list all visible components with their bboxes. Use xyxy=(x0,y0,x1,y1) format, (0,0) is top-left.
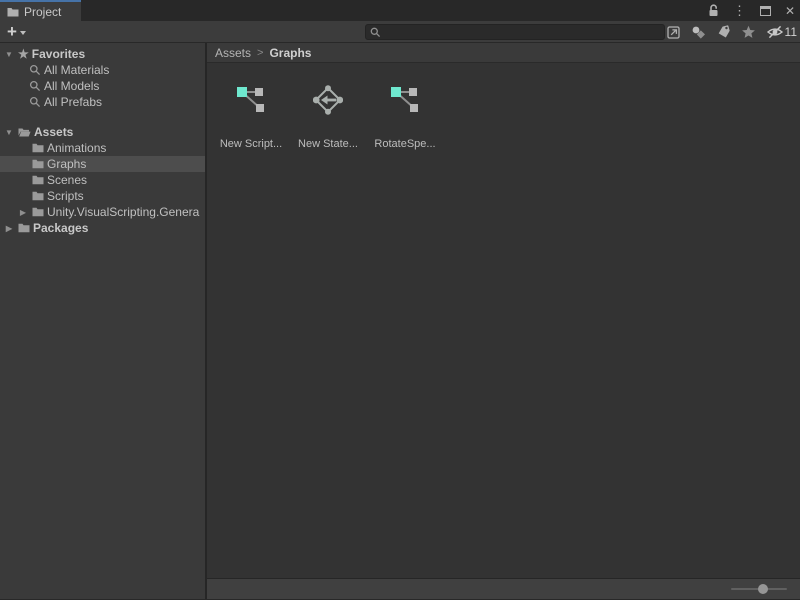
folder-icon xyxy=(32,191,44,201)
search-icon xyxy=(370,27,381,38)
hidden-items-toggle[interactable]: 11 xyxy=(766,23,797,41)
sidebar-section-gap xyxy=(0,110,205,124)
sidebar-item-label: Unity.VisualScripting.Genera xyxy=(47,205,199,219)
sidebar-item-unity-visualscripting[interactable]: ▶ Unity.VisualScripting.Genera xyxy=(0,204,205,220)
unlock-icon[interactable] xyxy=(708,3,719,19)
asset-grid: New Script... New State... xyxy=(207,63,800,578)
sidebar-item-label: Scenes xyxy=(47,173,87,187)
asset-browser-pane: Assets > Graphs New Script... xyxy=(207,43,800,599)
star-icon: ★ xyxy=(18,48,29,60)
script-graph-icon xyxy=(235,85,267,115)
sidebar-item-label: All Prefabs xyxy=(44,95,102,109)
chevron-down-icon xyxy=(20,31,26,35)
filter-by-type-icon[interactable] xyxy=(691,23,707,41)
kebab-menu-icon[interactable]: ⋮ xyxy=(733,3,746,19)
foldout-collapsed-icon[interactable]: ▶ xyxy=(3,224,15,233)
hidden-items-count: 11 xyxy=(785,25,797,39)
status-bar xyxy=(207,578,800,599)
sidebar-item-label: Animations xyxy=(47,141,106,155)
search-field xyxy=(365,24,665,40)
breadcrumb-graphs: Graphs xyxy=(269,46,311,60)
tab-label: Project xyxy=(24,5,61,19)
create-asset-button[interactable]: + xyxy=(7,25,26,39)
sidebar-item-all-prefabs[interactable]: All Prefabs xyxy=(0,94,205,110)
asset-item-new-state[interactable]: New State... xyxy=(293,85,363,150)
thumbnail-zoom-slider[interactable] xyxy=(731,588,787,590)
search-icon xyxy=(29,96,41,108)
sidebar-item-animations[interactable]: Animations xyxy=(0,140,205,156)
foldout-expanded-icon[interactable]: ▼ xyxy=(3,50,15,59)
search-icon xyxy=(29,80,41,92)
sidebar-item-label: Assets xyxy=(34,125,73,139)
project-window-body: ▼ ★ Favorites All Materials All Models A… xyxy=(0,43,800,599)
close-icon[interactable]: ✕ xyxy=(785,3,795,19)
asset-item-new-script[interactable]: New Script... xyxy=(216,85,286,150)
script-graph-icon xyxy=(389,85,421,115)
asset-item-rotatespeed[interactable]: RotateSpe... xyxy=(370,85,440,150)
asset-label: New State... xyxy=(298,138,358,150)
foldout-collapsed-icon[interactable]: ▶ xyxy=(17,208,29,217)
folder-icon xyxy=(32,159,44,169)
breadcrumb-separator-icon: > xyxy=(257,47,263,59)
tab-project[interactable]: Project xyxy=(0,0,81,21)
sidebar-item-label: Graphs xyxy=(47,157,86,171)
eye-slash-icon xyxy=(766,25,784,39)
sidebar-item-all-materials[interactable]: All Materials xyxy=(0,62,205,78)
folder-icon xyxy=(32,175,44,185)
maximize-icon[interactable] xyxy=(760,3,771,19)
sidebar-item-assets[interactable]: ▼ Assets xyxy=(0,124,205,140)
sidebar-item-label: Packages xyxy=(33,221,88,235)
foldout-expanded-icon[interactable]: ▼ xyxy=(3,128,15,137)
folder-icon xyxy=(7,7,19,17)
zoom-slider-thumb[interactable] xyxy=(758,584,768,594)
save-search-star-icon[interactable] xyxy=(741,23,757,41)
project-toolbar: + xyxy=(0,21,800,43)
sidebar-item-label: Favorites xyxy=(32,47,85,61)
sidebar-item-label: All Models xyxy=(44,79,99,93)
breadcrumb: Assets > Graphs xyxy=(207,43,800,63)
folder-icon xyxy=(32,207,44,217)
open-search-window-icon[interactable] xyxy=(666,23,682,41)
window-controls: ⋮ ✕ xyxy=(708,0,795,21)
window-tab-bar: Project ⋮ ✕ xyxy=(0,0,800,21)
sidebar-item-packages[interactable]: ▶ Packages xyxy=(0,220,205,236)
state-graph-icon xyxy=(313,85,343,115)
folder-open-icon xyxy=(18,127,31,138)
sidebar-item-scripts[interactable]: Scripts xyxy=(0,188,205,204)
sidebar-item-label: Scripts xyxy=(47,189,84,203)
breadcrumb-assets[interactable]: Assets xyxy=(215,46,251,60)
filter-by-label-icon[interactable] xyxy=(716,23,732,41)
plus-icon: + xyxy=(7,25,17,39)
sidebar-item-scenes[interactable]: Scenes xyxy=(0,172,205,188)
sidebar-item-label: All Materials xyxy=(44,63,109,77)
toolbar-icon-group: 11 xyxy=(666,21,797,43)
asset-label: New Script... xyxy=(220,138,282,150)
search-icon xyxy=(29,64,41,76)
folder-icon xyxy=(18,223,30,233)
sidebar-item-favorites[interactable]: ▼ ★ Favorites xyxy=(0,46,205,62)
sidebar-item-all-models[interactable]: All Models xyxy=(0,78,205,94)
sidebar-item-graphs[interactable]: Graphs xyxy=(0,156,205,172)
asset-label: RotateSpe... xyxy=(374,138,435,150)
project-folder-tree: ▼ ★ Favorites All Materials All Models A… xyxy=(0,43,207,599)
search-input[interactable] xyxy=(381,25,664,39)
folder-icon xyxy=(32,143,44,153)
